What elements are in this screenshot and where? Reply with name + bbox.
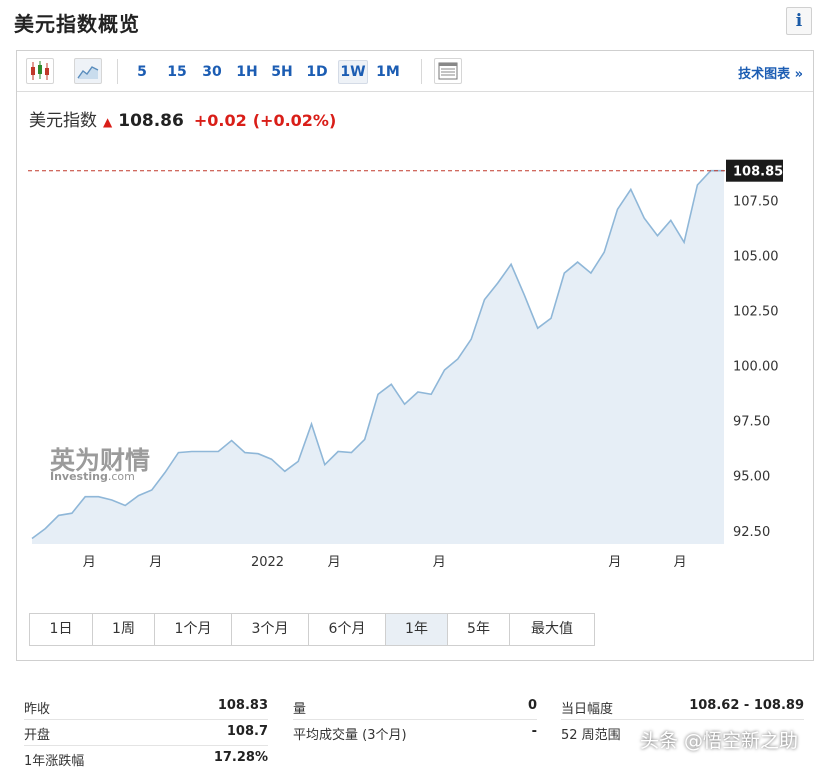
x-tick-label: 月 <box>433 555 446 570</box>
page-title: 美元指数概览 <box>14 12 140 36</box>
range-tab-1m[interactable]: 1个月 <box>155 614 232 645</box>
range-tabs: 1日 1周 1个月 3个月 6个月 1年 5年 最大值 <box>29 613 595 646</box>
current-value-label: 108.85 <box>733 165 783 180</box>
range-tab-6m[interactable]: 6个月 <box>309 614 386 645</box>
range-tab-5y[interactable]: 5年 <box>448 614 510 645</box>
stat-open: 开盘 108.7 <box>24 724 268 743</box>
x-tick-label: 月 <box>83 555 96 570</box>
stat-1y-change: 1年涨跌幅 17.28% <box>24 750 268 767</box>
y-tick-label: 100.00 <box>733 360 779 375</box>
range-tab-1w[interactable]: 1周 <box>93 614 155 645</box>
info-button[interactable]: i <box>786 7 812 35</box>
price-area <box>32 170 724 544</box>
stat-volume: 量 0 <box>293 698 537 717</box>
source-watermark: 头条 @悟空新之助 <box>640 730 799 752</box>
y-tick-label: 105.00 <box>733 250 779 265</box>
x-tick-label: 月 <box>674 555 687 570</box>
chart-panel: 5 15 30 1H 5H 1D 1W 1M 技术图表 » 美元指数 ▲ 108… <box>16 50 814 661</box>
y-tick-label: 107.50 <box>733 195 779 210</box>
range-tab-1d[interactable]: 1日 <box>30 614 93 645</box>
y-tick-label: 95.00 <box>733 470 770 485</box>
x-tick-label: 月 <box>149 555 162 570</box>
x-tick-label: 月 <box>608 555 621 570</box>
range-tab-1y[interactable]: 1年 <box>386 614 448 645</box>
range-tab-3m[interactable]: 3个月 <box>232 614 309 645</box>
x-tick-label: 月 <box>328 555 341 570</box>
x-axis: 月 月 2022 月 月 月 月 <box>83 555 687 570</box>
stat-avg-volume: 平均成交量 (3个月) - <box>293 724 537 743</box>
y-tick-label: 102.50 <box>733 305 779 320</box>
y-tick-label: 92.50 <box>733 525 770 540</box>
stat-prev-close: 昨收 108.83 <box>24 698 268 717</box>
y-axis: 92.50 95.00 97.50 100.00 102.50 105.00 107.50 1… <box>726 159 783 540</box>
x-tick-label: 2022 <box>251 555 284 570</box>
price-chart[interactable]: 英为财情 Investing.com 92.50 95.00 97.50 100.00… <box>17 51 813 596</box>
investing-logo: 英为财情 Investing.com <box>50 446 150 483</box>
plot-area <box>28 169 726 544</box>
y-tick-label: 97.50 <box>733 415 770 430</box>
logo-text-en: Investing.com <box>50 470 135 483</box>
range-tab-max[interactable]: 最大值 <box>510 614 594 645</box>
stat-day-range: 当日幅度 108.62 - 108.89 <box>561 698 804 717</box>
